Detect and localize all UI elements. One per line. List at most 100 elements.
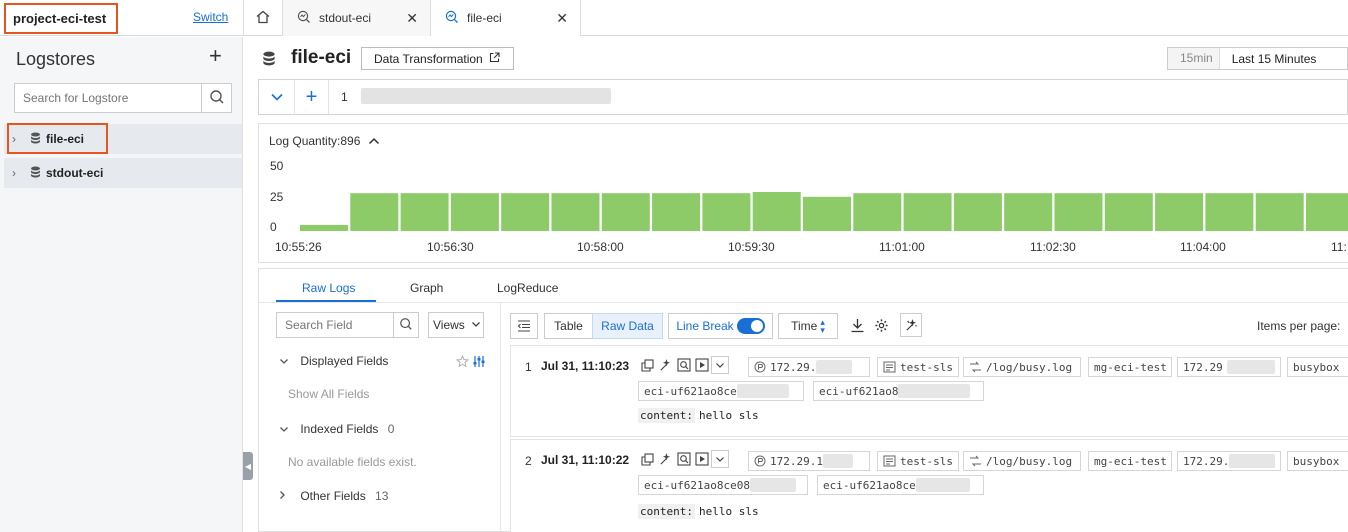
histogram-bar[interactable] (953, 193, 1002, 231)
row-time: Jul 31, 11:10:22 (541, 453, 630, 467)
histogram-bar[interactable] (501, 193, 550, 231)
log-content[interactable]: content: hello sls (638, 408, 759, 423)
context-search-icon[interactable] (675, 357, 692, 374)
sidebar-collapse-handle[interactable]: ◀ (243, 452, 253, 480)
tag-instance-id[interactable]: eci-uf621ao8ce (817, 475, 984, 495)
live-tail-icon[interactable] (693, 451, 710, 468)
time-range-picker[interactable]: 15min Last 15 Minutes (1167, 47, 1348, 70)
home-tab[interactable] (243, 0, 283, 36)
chevron-right-icon[interactable]: › (12, 166, 26, 180)
histogram-bar[interactable] (652, 193, 701, 231)
collapse-fields-icon[interactable] (510, 313, 538, 339)
histogram-bar[interactable] (803, 196, 851, 231)
histogram-bar[interactable] (450, 193, 499, 231)
query-text-redacted[interactable] (361, 88, 611, 104)
log-content[interactable]: content: hello sls (638, 504, 759, 519)
raw-data-view-button[interactable]: Raw Data (592, 313, 663, 339)
add-logstore-icon[interactable]: + (209, 45, 222, 67)
magic-wand-icon[interactable] (657, 357, 674, 374)
query-editor[interactable]: + 1 (258, 79, 1348, 115)
tag-container[interactable]: busybox (1287, 451, 1348, 471)
tag-source-ip[interactable]: 172.29. (748, 357, 870, 377)
network-icon (754, 361, 766, 373)
displayed-fields-group[interactable]: Displayed Fields (279, 354, 388, 368)
show-all-fields[interactable]: Show All Fields (288, 387, 369, 401)
chevron-up-icon[interactable] (368, 134, 380, 148)
table-view-button[interactable]: Table (544, 313, 593, 339)
histogram-bar[interactable] (1205, 193, 1254, 231)
close-icon[interactable]: ✕ (556, 10, 568, 27)
switch-project-link[interactable]: Switch (193, 10, 228, 24)
histogram-bars[interactable] (300, 170, 1348, 232)
tag-host-ip[interactable]: 172.29 (1177, 357, 1281, 377)
histogram-bar[interactable] (1004, 193, 1053, 231)
tag-topic[interactable]: test-sls (877, 451, 959, 471)
redacted-text (1226, 360, 1275, 374)
sidebar-item-stdout-eci[interactable]: › stdout-eci (4, 158, 242, 188)
toggle-switch[interactable] (736, 318, 765, 334)
histogram-bar[interactable] (853, 193, 902, 231)
tab-raw-logs[interactable]: Raw Logs (302, 281, 355, 295)
tag-machine-group[interactable]: mg-eci-test (1088, 357, 1172, 377)
histogram-bar[interactable] (1054, 193, 1103, 231)
context-search-icon[interactable] (675, 451, 692, 468)
histogram-bar[interactable] (752, 192, 801, 231)
histogram-bar[interactable] (400, 193, 449, 231)
data-transformation-button[interactable]: Data Transformation (361, 47, 514, 70)
tag-instance-id[interactable]: eci-uf621ao8 (813, 381, 984, 401)
copy-icon[interactable] (639, 451, 656, 468)
histogram-bar[interactable] (702, 193, 751, 231)
chevron-down-icon[interactable] (711, 356, 729, 374)
tag-pod-name[interactable]: eci-uf621ao8ce08 (638, 475, 808, 495)
tag-pod-name[interactable]: eci-uf621ao8ce (638, 381, 804, 401)
indexed-fields-group[interactable]: Indexed Fields 0 (279, 422, 394, 436)
magic-wand-icon[interactable] (657, 451, 674, 468)
histogram-title[interactable]: Log Quantity:896 (269, 134, 380, 148)
time-sort-button[interactable]: Time ▴ ▾ (778, 313, 838, 339)
field-settings-icon[interactable] (472, 356, 486, 371)
sidebar-item-file-eci[interactable]: › file-eci (4, 124, 242, 154)
histogram-bar[interactable] (903, 193, 952, 231)
chevron-down-icon[interactable] (711, 450, 729, 468)
gear-icon[interactable] (874, 318, 889, 336)
histogram-bar[interactable] (601, 193, 650, 231)
logstore-search-input[interactable] (15, 84, 201, 112)
star-icon[interactable] (455, 354, 472, 371)
tag-source-ip[interactable]: 172.29.1 (748, 451, 870, 471)
histogram-bar[interactable] (1104, 193, 1153, 231)
add-query-icon[interactable]: + (295, 80, 329, 114)
histogram-bar[interactable] (1155, 193, 1204, 231)
histogram-bar[interactable] (350, 193, 399, 231)
field-search-input[interactable] (277, 313, 393, 337)
tag-container[interactable]: busybox (1287, 357, 1348, 377)
tag-machine-group[interactable]: mg-eci-test (1088, 451, 1172, 471)
tab-graph[interactable]: Graph (410, 281, 443, 295)
views-dropdown[interactable]: Views (428, 312, 484, 338)
histogram-bar[interactable] (551, 193, 600, 231)
page-title: file-eci (291, 47, 352, 68)
live-tail-icon[interactable] (693, 357, 710, 374)
search-button[interactable] (393, 313, 418, 337)
search-button[interactable] (201, 84, 231, 112)
line-break-toggle[interactable]: Line Break (668, 313, 773, 339)
tab-stdout-eci[interactable]: stdout-eci ✕ (283, 0, 431, 36)
close-icon[interactable]: ✕ (406, 10, 418, 27)
chevron-down-icon[interactable] (259, 80, 295, 114)
tag-path[interactable]: /log/busy.log (963, 357, 1081, 377)
histogram-bar[interactable] (1255, 193, 1304, 231)
logstore-search-icon (445, 10, 459, 27)
chevron-right-icon[interactable]: › (12, 132, 26, 146)
histogram-bar[interactable] (300, 224, 348, 231)
histogram-bar[interactable] (1306, 193, 1348, 231)
download-icon[interactable] (850, 318, 865, 336)
y-tick: 0 (270, 220, 277, 234)
tag-path[interactable]: /log/busy.log (963, 451, 1081, 471)
tab-file-eci[interactable]: file-eci ✕ (431, 0, 581, 36)
x-tick: 11:04:00 (1180, 240, 1226, 254)
copy-icon[interactable] (639, 357, 656, 374)
tag-topic[interactable]: test-sls (877, 357, 959, 377)
tag-host-ip[interactable]: 172.29. (1177, 451, 1281, 471)
tab-logreduce[interactable]: LogReduce (497, 281, 558, 295)
magic-wand-icon[interactable] (900, 313, 922, 337)
other-fields-group[interactable]: Other Fields 13 (279, 489, 388, 503)
